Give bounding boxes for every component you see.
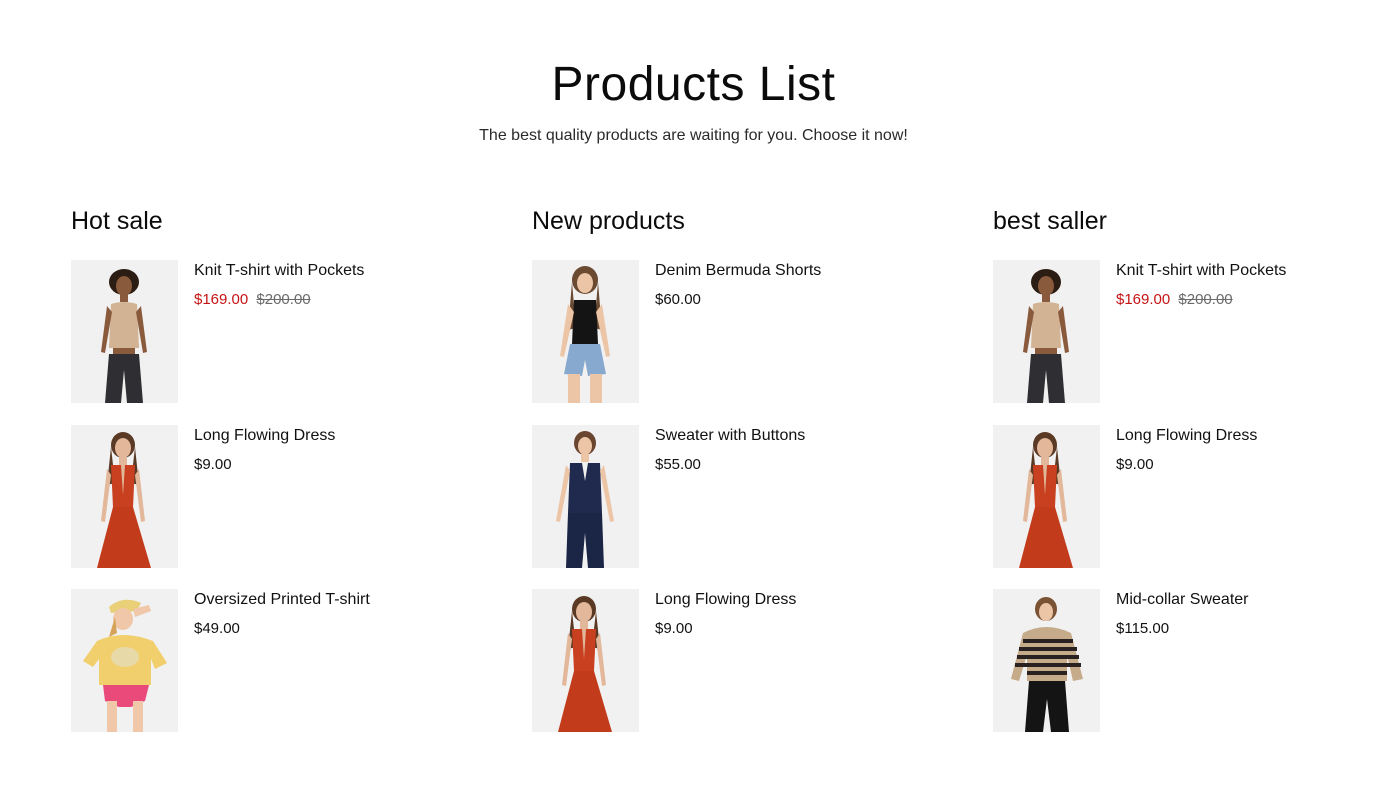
product-name-link[interactable]: Long Flowing Dress xyxy=(194,426,444,446)
product-info: Oversized Printed T-shirt $49.00 xyxy=(194,590,444,639)
product-columns: Hot sale Knit T-shirt with Pockets $169.… xyxy=(71,205,1387,765)
product-image[interactable] xyxy=(71,589,178,732)
product-info: Sweater with Buttons $55.00 xyxy=(655,426,905,475)
product-info: Long Flowing Dress $9.00 xyxy=(194,426,444,475)
page-subtitle: The best quality products are waiting fo… xyxy=(479,127,908,144)
product-info: Knit T-shirt with Pockets $169.00 $200.0… xyxy=(1116,261,1366,310)
product-price: $9.00 xyxy=(655,620,693,637)
page-header: Products List The best quality products … xyxy=(0,0,1387,146)
page-title: Products List xyxy=(551,58,836,111)
product-card: Denim Bermuda Shorts $60.00 xyxy=(532,260,912,403)
price-row: $55.00 xyxy=(655,455,905,475)
column-title: best saller xyxy=(993,207,1107,235)
product-price: $115.00 xyxy=(1116,620,1170,637)
product-name-link[interactable]: Knit T-shirt with Pockets xyxy=(194,261,444,281)
product-image[interactable] xyxy=(532,425,639,568)
price-row: $49.00 xyxy=(194,619,444,639)
price-row: $169.00 $200.00 xyxy=(1116,290,1366,310)
column-title: New products xyxy=(532,207,685,235)
product-image[interactable] xyxy=(71,425,178,568)
product-price: $49.00 xyxy=(194,620,240,637)
product-info: Long Flowing Dress $9.00 xyxy=(655,590,905,639)
product-info: Knit T-shirt with Pockets $169.00 $200.0… xyxy=(194,261,444,310)
product-name-link[interactable]: Long Flowing Dress xyxy=(655,590,905,610)
product-image[interactable] xyxy=(993,425,1100,568)
product-card: Mid-collar Sweater $115.00 xyxy=(993,589,1373,732)
product-info: Long Flowing Dress $9.00 xyxy=(1116,426,1366,475)
product-name-link[interactable]: Knit T-shirt with Pockets xyxy=(1116,261,1366,281)
original-price: $200.00 xyxy=(1178,291,1233,308)
price-row: $9.00 xyxy=(655,619,905,639)
product-card: Long Flowing Dress $9.00 xyxy=(532,589,912,732)
product-image[interactable] xyxy=(532,589,639,732)
product-card: Long Flowing Dress $9.00 xyxy=(71,425,451,568)
sale-price: $169.00 xyxy=(194,291,249,308)
price-row: $169.00 $200.00 xyxy=(194,290,444,310)
column-best-seller: best saller Knit T-shirt with Pockets $1… xyxy=(993,205,1373,732)
price-row: $60.00 xyxy=(655,290,905,310)
product-name-link[interactable]: Mid-collar Sweater xyxy=(1116,590,1366,610)
product-name-link[interactable]: Sweater with Buttons xyxy=(655,426,905,446)
product-image[interactable] xyxy=(532,260,639,403)
product-name-link[interactable]: Oversized Printed T-shirt xyxy=(194,590,444,610)
product-image[interactable] xyxy=(993,260,1100,403)
column-new-products: New products Denim Bermuda Shorts $60.00… xyxy=(532,205,912,732)
product-info: Denim Bermuda Shorts $60.00 xyxy=(655,261,905,310)
product-price: $55.00 xyxy=(655,456,701,473)
product-name-link[interactable]: Long Flowing Dress xyxy=(1116,426,1366,446)
product-image[interactable] xyxy=(993,589,1100,732)
original-price: $200.00 xyxy=(256,291,311,308)
price-row: $9.00 xyxy=(1116,455,1366,475)
product-name-link[interactable]: Denim Bermuda Shorts xyxy=(655,261,905,281)
column-hot-sale: Hot sale Knit T-shirt with Pockets $169.… xyxy=(71,205,451,732)
product-info: Mid-collar Sweater $115.00 xyxy=(1116,590,1366,639)
products-list-page: Products List The best quality products … xyxy=(0,0,1387,807)
product-image[interactable] xyxy=(71,260,178,403)
product-card: Oversized Printed T-shirt $49.00 xyxy=(71,589,451,732)
price-row: $115.00 xyxy=(1116,619,1366,639)
product-card: Knit T-shirt with Pockets $169.00 $200.0… xyxy=(993,260,1373,403)
product-card: Knit T-shirt with Pockets $169.00 $200.0… xyxy=(71,260,451,403)
product-price: $60.00 xyxy=(655,291,701,308)
product-price: $9.00 xyxy=(194,456,232,473)
sale-price: $169.00 xyxy=(1116,291,1171,308)
price-row: $9.00 xyxy=(194,455,444,475)
product-price: $9.00 xyxy=(1116,456,1154,473)
product-card: Long Flowing Dress $9.00 xyxy=(993,425,1373,568)
column-title: Hot sale xyxy=(71,207,163,235)
product-card: Sweater with Buttons $55.00 xyxy=(532,425,912,568)
